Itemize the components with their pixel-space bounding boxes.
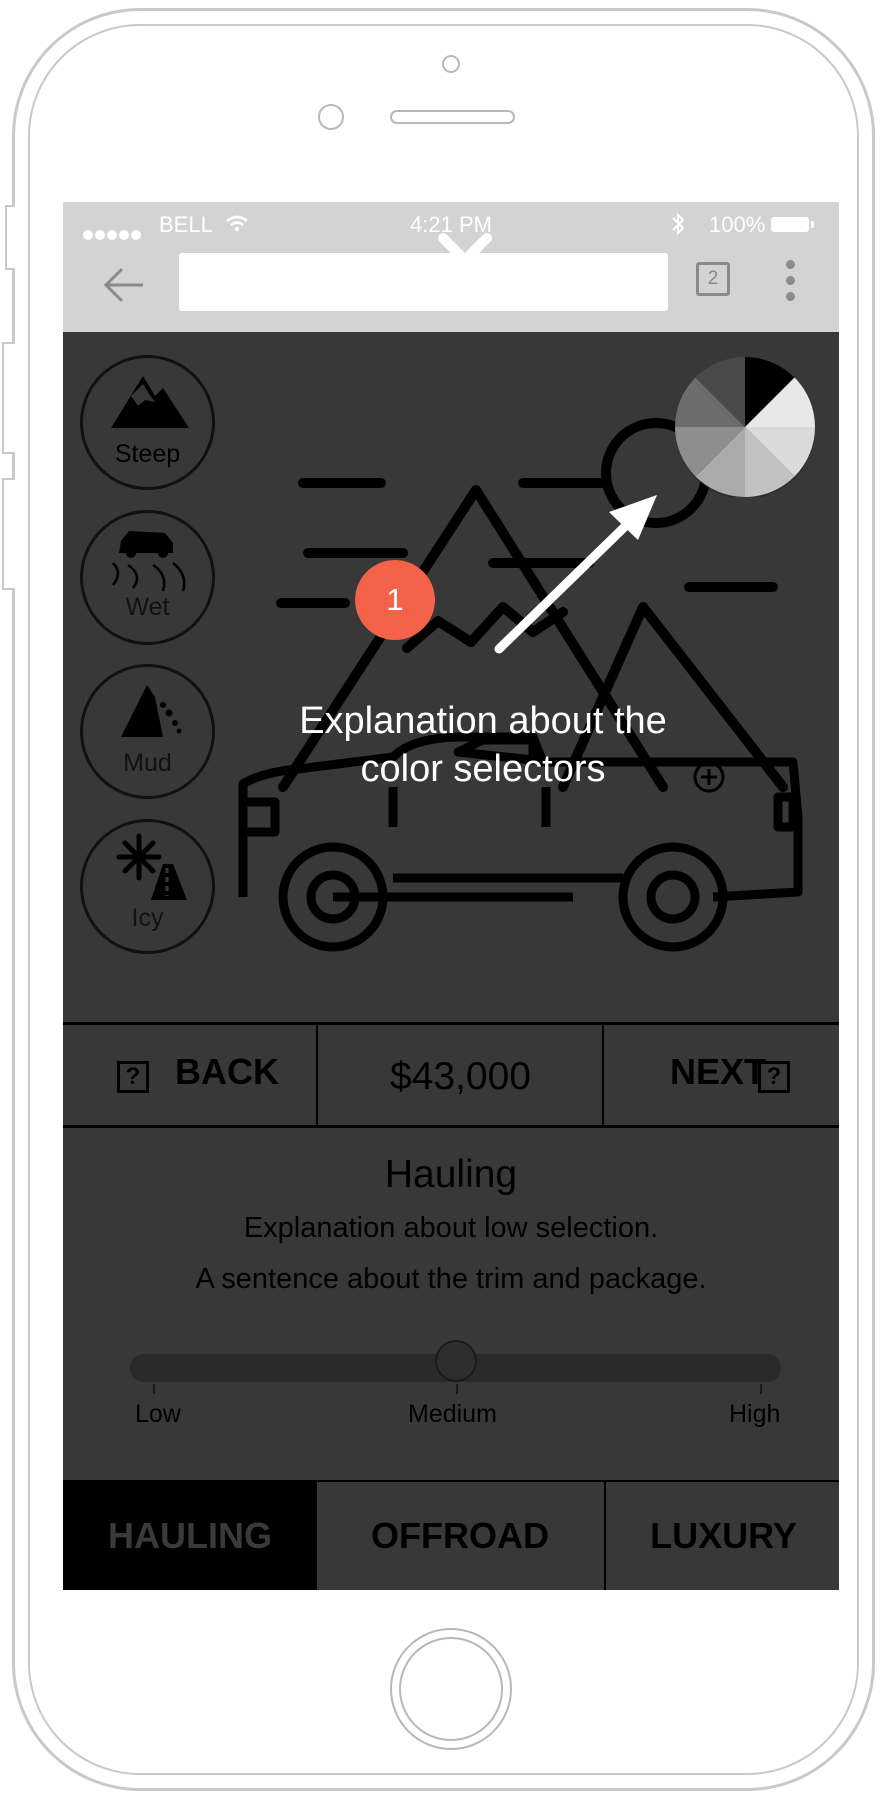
- level-slider-thumb[interactable]: [434, 1340, 477, 1382]
- tab-luxury[interactable]: LUXURY: [604, 1482, 839, 1590]
- bluetooth-icon: [672, 212, 685, 236]
- slider-tick: [153, 1384, 155, 1394]
- price-navigation: ? BACK $43,000 NEXT ?: [63, 1022, 839, 1128]
- next-button[interactable]: NEXT ?: [604, 1025, 839, 1125]
- selection-subdescription: A sentence about the trim and package.: [195, 1263, 707, 1295]
- slider-tick: [456, 1384, 458, 1394]
- address-bar-input[interactable]: [179, 253, 668, 311]
- mountain-icon: [111, 376, 189, 428]
- volume-down-button: [2, 478, 15, 590]
- back-help-icon[interactable]: ?: [117, 1061, 149, 1093]
- tutorial-step-badge: 1: [355, 560, 435, 640]
- selection-description: Explanation about low selection.: [243, 1212, 659, 1244]
- phone-screen: BELL 4:21 PM 100% 2 Steep Wet Mud Icy 1 …: [63, 202, 839, 1590]
- tab-hauling[interactable]: HAULING: [63, 1482, 317, 1590]
- condition-steep-button[interactable]: Steep: [80, 355, 215, 490]
- slider-tick: [760, 1384, 762, 1394]
- selection-title: Hauling: [384, 1153, 518, 1196]
- condition-label: Wet: [125, 593, 170, 621]
- tutorial-explanation: Explanation about the color selectors: [263, 697, 703, 793]
- back-button-label: BACK: [175, 1051, 279, 1092]
- condition-wet-button[interactable]: Wet: [80, 510, 215, 645]
- slider-label-low: Low: [135, 1400, 181, 1428]
- slider-label-medium: Medium: [408, 1400, 497, 1428]
- condition-label: Mud: [123, 749, 172, 777]
- condition-icy-button[interactable]: Icy: [80, 819, 215, 954]
- skidding-car-icon: [112, 531, 186, 592]
- price-value: $43,000: [390, 1055, 531, 1098]
- front-camera: [318, 104, 344, 130]
- back-arrow-icon[interactable]: [103, 266, 145, 304]
- tutorial-text-line1: Explanation about the: [299, 700, 667, 742]
- battery-percent: 100%: [709, 212, 766, 237]
- slider-label-high: High: [729, 1400, 781, 1428]
- condition-mud-button[interactable]: Mud: [80, 664, 215, 799]
- condition-label: Steep: [114, 440, 181, 468]
- home-button-ring: [399, 1637, 503, 1741]
- category-tab-bar: HAULING OFFROAD LUXURY: [63, 1480, 839, 1590]
- next-help-icon[interactable]: ?: [758, 1061, 790, 1093]
- proximity-sensor: [442, 55, 460, 73]
- chevron-down-icon[interactable]: [435, 230, 495, 277]
- back-button[interactable]: ? BACK: [63, 1025, 316, 1125]
- volume-up-button: [2, 342, 15, 454]
- landslide-icon: [121, 685, 182, 737]
- next-button-label: NEXT: [670, 1051, 767, 1092]
- condition-label: Icy: [131, 904, 164, 932]
- tab-offroad[interactable]: OFFROAD: [317, 1482, 603, 1590]
- snow-road-icon: [116, 833, 187, 900]
- color-selector-wheel[interactable]: [675, 357, 815, 497]
- more-menu-icon[interactable]: [776, 256, 806, 306]
- tabs-count-button[interactable]: 2: [696, 262, 730, 296]
- earpiece-speaker: [390, 110, 515, 124]
- silent-switch: [5, 205, 15, 270]
- tutorial-text-line2: color selectors: [360, 748, 606, 790]
- battery-icon: [771, 217, 814, 232]
